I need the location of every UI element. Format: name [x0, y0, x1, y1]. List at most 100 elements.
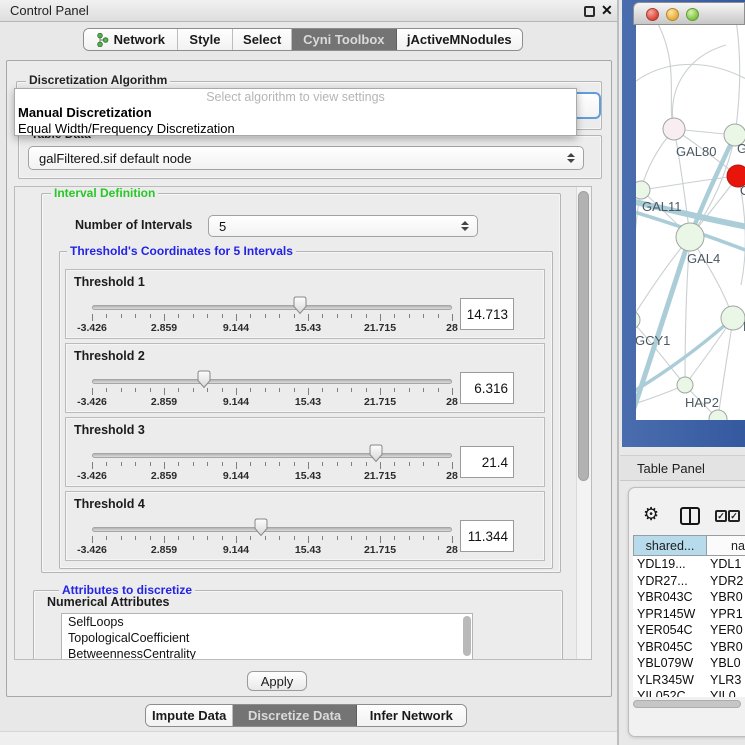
tab-infer-network[interactable]: Infer Network — [357, 705, 466, 726]
edge[interactable] — [641, 176, 738, 190]
checkbox-icon[interactable]: ✓ — [728, 510, 740, 522]
threshold-value-field[interactable]: 21.4 — [460, 446, 514, 478]
cell-name: YPR1 — [710, 607, 743, 621]
close-traffic-light-icon[interactable] — [646, 8, 659, 21]
node-unnamed[interactable] — [709, 410, 727, 420]
tab-cyni-toolbox[interactable]: Cyni Toolbox — [292, 29, 397, 50]
threshold-value-field[interactable]: 6.316 — [460, 372, 514, 404]
tick-mark — [394, 314, 395, 318]
table-row[interactable]: YBR045CYBR0 — [633, 639, 745, 656]
zoom-traffic-light-icon[interactable] — [686, 8, 699, 21]
slider-track[interactable] — [92, 305, 452, 310]
gear-icon[interactable]: ⚙ — [643, 505, 659, 523]
numerical-attributes-list[interactable]: SelfLoopsTopologicalCoefficientBetweenne… — [61, 613, 473, 660]
settings-scrollbar-thumb[interactable] — [578, 191, 589, 481]
threshold-value-field[interactable]: 14.713 — [460, 298, 514, 330]
slider-track[interactable] — [92, 379, 452, 384]
edge[interactable] — [636, 190, 641, 320]
threshold-value-field[interactable]: 11.344 — [460, 520, 514, 552]
tick-mark — [222, 462, 223, 466]
tick-mark — [452, 314, 453, 321]
node-h[interactable] — [721, 306, 745, 330]
table-data-combobox[interactable]: galFiltered.sif default node — [28, 146, 584, 170]
tick-mark — [106, 462, 107, 466]
close-icon[interactable]: ✕ — [601, 2, 613, 19]
tick-mark — [164, 462, 165, 469]
list-scrollbar-thumb[interactable] — [463, 616, 471, 656]
split-columns-icon[interactable] — [680, 507, 700, 525]
edge[interactable] — [636, 64, 745, 85]
table-row[interactable]: YDR27...YDR2 — [633, 573, 745, 590]
table-row[interactable]: YBR043CYBR0 — [633, 589, 745, 606]
threshold-slider[interactable]: -3.4262.8599.14415.4321.71528 — [92, 295, 452, 337]
node-hap2[interactable] — [677, 377, 693, 393]
settings-scrollbar-track[interactable] — [576, 187, 591, 659]
edge[interactable] — [718, 318, 733, 419]
table-row[interactable]: YDL19...YDL1 — [633, 556, 745, 573]
tab-impute-data[interactable]: Impute Data — [146, 705, 233, 726]
network-window-titlebar[interactable] — [633, 2, 745, 25]
tab-jactivemnodules[interactable]: jActiveMNodules — [397, 29, 522, 50]
slider-thumb[interactable] — [253, 518, 269, 537]
edge[interactable] — [656, 25, 674, 129]
list-item-betweennesscentrality[interactable]: BetweennessCentrality — [62, 646, 472, 660]
network-graph[interactable]: GAL80GACGAL11GAL4GCY1HHAP2 — [636, 25, 745, 420]
slider-ticks — [92, 388, 452, 396]
column-header-shared[interactable]: shared... — [633, 535, 707, 556]
cell-shared-name: YBL079W — [637, 656, 693, 670]
tick-mark — [308, 314, 309, 321]
slider-thumb[interactable] — [196, 370, 212, 389]
threshold-slider[interactable]: -3.4262.8599.14415.4321.71528 — [92, 443, 452, 485]
table-row[interactable]: YPR145WYPR1 — [633, 606, 745, 623]
panel-splitter[interactable] — [617, 0, 619, 745]
slider-track[interactable] — [92, 453, 452, 458]
threshold-slider[interactable]: -3.4262.8599.14415.4321.71528 — [92, 517, 452, 559]
tick-mark — [423, 462, 424, 466]
tab-network[interactable]: Network — [84, 29, 178, 50]
tick-label: 21.715 — [364, 322, 396, 334]
tab-label: jActiveMNodules — [407, 32, 512, 47]
tick-mark — [121, 462, 122, 466]
edge[interactable] — [673, 45, 726, 129]
tick-mark — [135, 536, 136, 540]
slider-thumb[interactable] — [368, 444, 384, 463]
number-of-intervals-spinner[interactable]: 5 — [208, 215, 478, 237]
dropdown-option-manual-discretization[interactable]: Manual Discretization — [18, 105, 152, 120]
tab-style[interactable]: Style — [178, 29, 234, 50]
table-row[interactable]: YBL079WYBL0 — [633, 655, 745, 672]
node-gal80[interactable] — [663, 118, 685, 140]
tick-mark — [265, 388, 266, 392]
node-gal4[interactable] — [676, 223, 704, 251]
edge[interactable] — [636, 237, 690, 320]
network-canvas[interactable]: GAL80GACGAL11GAL4GCY1HHAP2 — [636, 25, 745, 420]
node-gcy1[interactable] — [636, 311, 640, 329]
node-gal11[interactable] — [636, 181, 650, 199]
slider-ticks — [92, 536, 452, 544]
list-item-selfloops[interactable]: SelfLoops — [62, 614, 472, 630]
node-label: GCY1 — [636, 333, 670, 348]
edge[interactable] — [735, 25, 740, 135]
table-panel-header: Table Panel — [620, 455, 745, 481]
node-label: HAP2 — [685, 395, 719, 410]
column-header-name[interactable]: na — [707, 535, 745, 556]
table-hscrollbar-thumb[interactable] — [633, 700, 741, 708]
dropdown-option-equal-width-frequency-discretization[interactable]: Equal Width/Frequency Discretization — [18, 121, 235, 136]
tick-mark — [178, 314, 179, 318]
list-item-topologicalcoefficient[interactable]: TopologicalCoefficient — [62, 630, 472, 646]
checkbox-icon[interactable]: ✓ — [715, 510, 727, 522]
tick-mark — [265, 314, 266, 318]
slider-track[interactable] — [92, 527, 452, 532]
tick-mark — [394, 388, 395, 392]
minimize-traffic-light-icon[interactable] — [666, 8, 679, 21]
tick-label: 28 — [446, 396, 458, 408]
threshold-slider[interactable]: -3.4262.8599.14415.4321.71528 — [92, 369, 452, 411]
tab-discretize-data[interactable]: Discretize Data — [233, 705, 356, 726]
slider-thumb[interactable] — [292, 296, 308, 315]
tab-select[interactable]: Select — [233, 29, 292, 50]
float-window-icon[interactable] — [584, 6, 595, 17]
table-row[interactable]: YIL052CYIL0 — [633, 688, 745, 697]
apply-button[interactable]: Apply — [247, 671, 307, 691]
top-tab-bar: NetworkStyleSelectCyni Toolbox jActiveMNo… — [83, 28, 523, 51]
table-row[interactable]: YLR345WYLR3 — [633, 672, 745, 689]
table-row[interactable]: YER054CYER0 — [633, 622, 745, 639]
